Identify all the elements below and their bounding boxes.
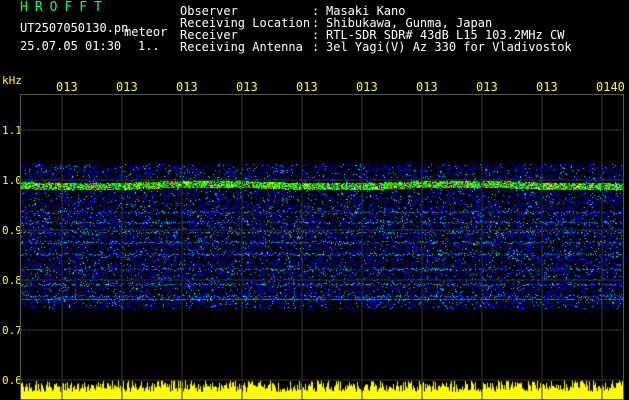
meta-value-antenna: 3el Yagi(V) Az 330 for Vladivostok: [326, 41, 572, 53]
y-tick-label: 1.0: [2, 174, 22, 187]
spectrogram-axes: [20, 94, 624, 400]
x-tick-label: 013: [476, 80, 498, 94]
y-tick-label: 0.6: [2, 374, 22, 387]
x-tick-label: 013: [536, 80, 558, 94]
x-tick-label: 013: [116, 80, 138, 94]
count-label: 1..: [138, 40, 160, 52]
x-tick-label: 013: [236, 80, 258, 94]
y-tick-label: 0.8: [2, 274, 22, 287]
x-tick-label: 013: [176, 80, 198, 94]
y-tick-label: 0.9: [2, 224, 22, 237]
x-tick-label: 0140: [596, 80, 625, 94]
x-tick-label: 013: [356, 80, 378, 94]
y-axis-unit: kHz: [2, 74, 22, 87]
plot-frame: [21, 95, 624, 400]
file-name: UT2507050130.pn: [20, 22, 128, 34]
y-tick-label: 1.1: [2, 124, 22, 137]
timestamp: 25.07.05 01:30: [20, 40, 121, 52]
meteor-label: meteor: [124, 26, 167, 38]
spectrogram-panel: [20, 94, 624, 400]
y-tick-label: 0.7: [2, 324, 22, 337]
x-tick-label: 013: [416, 80, 438, 94]
x-tick-label: 013: [56, 80, 78, 94]
meta-colon: :: [312, 41, 319, 53]
x-tick-label: 013: [296, 80, 318, 94]
app-brand: HROFFT: [20, 2, 109, 14]
meta-label-antenna: Receiving Antenna: [180, 41, 315, 53]
